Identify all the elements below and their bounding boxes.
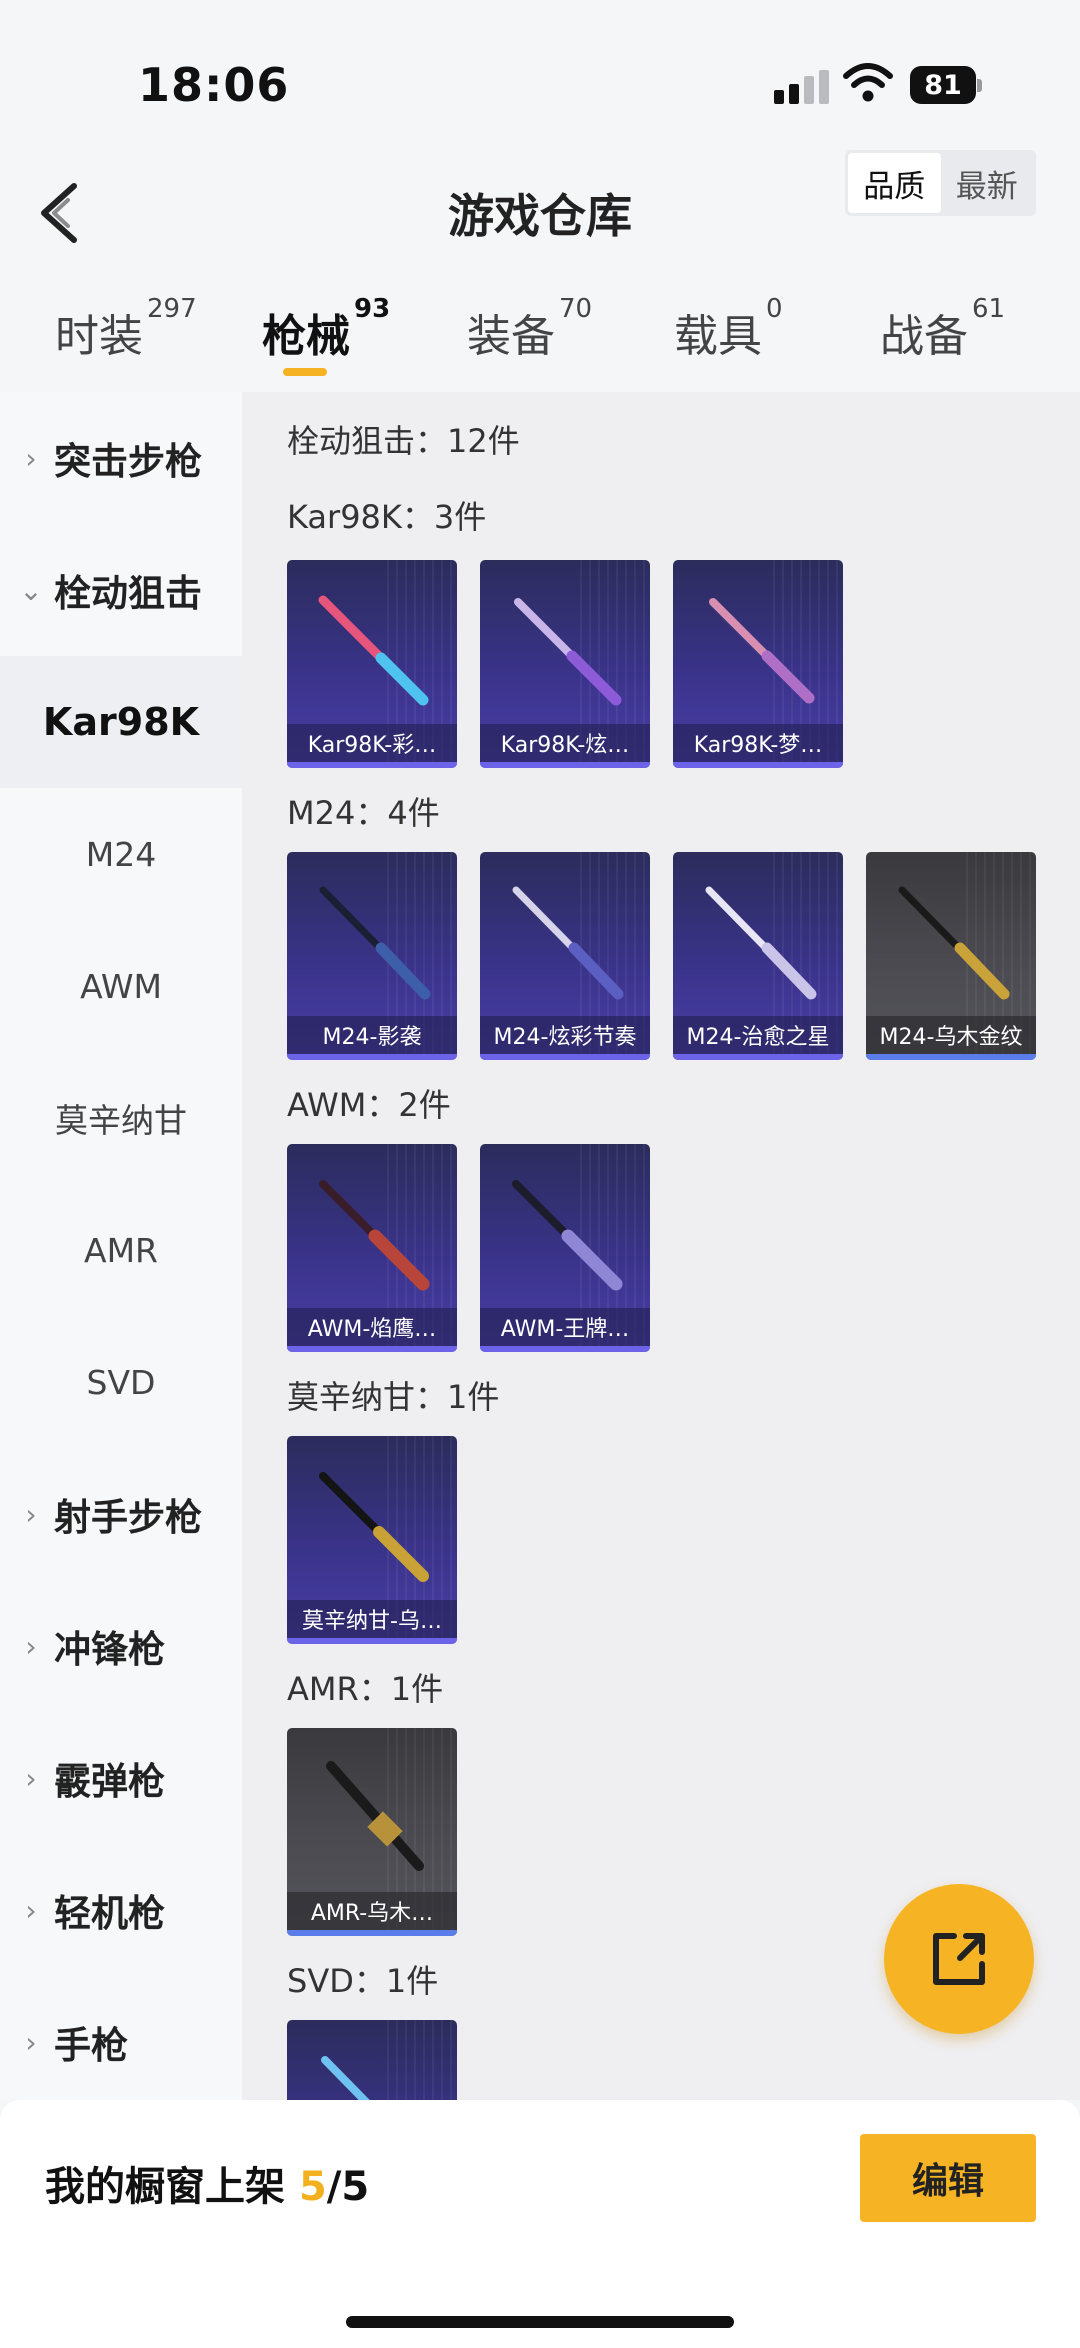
sidebar-item-shotgun[interactable]: › 霰弹枪 [0, 1712, 242, 1844]
weapon-card[interactable]: AWM-焰鹰… [287, 1144, 457, 1352]
showcase-bar: 我的橱窗上架 5/5 编辑 [0, 2100, 1080, 2348]
rifle-skin-icon [514, 598, 622, 706]
section-label-kar98k: Kar98K：3件 [287, 498, 487, 536]
section-label-svd: SVD：1件 [287, 1962, 439, 2000]
weapon-name: AWM-王牌… [480, 1308, 650, 1346]
share-icon [933, 1933, 985, 1985]
showcase-count: 我的橱窗上架 5/5 [45, 2164, 370, 2210]
tab-vehicles[interactable]: 载具0 [674, 294, 783, 364]
chevron-down-icon: ⌄ [19, 573, 43, 607]
weapon-card[interactable]: M24-炫彩节奏 [480, 852, 650, 1060]
weapon-name: Kar98K-彩… [287, 724, 457, 762]
weapon-card[interactable] [287, 2020, 457, 2100]
section-label-awm: AWM：2件 [287, 1086, 451, 1124]
rifle-skin-icon [319, 886, 431, 1000]
chevron-right-icon: › [25, 1629, 37, 1663]
rifle-skin-icon [898, 886, 1010, 1000]
chevron-right-icon: › [25, 1893, 37, 1927]
rifle-skin-icon [319, 1180, 430, 1291]
weapon-name: M24-炫彩节奏 [480, 1016, 650, 1054]
chevron-right-icon: › [25, 1497, 37, 1531]
sidebar-item-pistol[interactable]: › 手枪 [0, 1976, 242, 2108]
weapon-card[interactable]: M24-乌木金纹 [866, 852, 1036, 1060]
sidebar-item-smg[interactable]: › 冲锋枪 [0, 1580, 242, 1712]
weapon-card[interactable]: AMR-乌木… [287, 1728, 457, 1936]
weapon-card[interactable]: M24-影袭 [287, 852, 457, 1060]
sidebar-item-mosin[interactable]: 莫辛纳甘 [0, 1052, 242, 1184]
share-button[interactable] [884, 1884, 1034, 2034]
section-label-amr: AMR：1件 [287, 1670, 444, 1708]
tab-fashion[interactable]: 时装297 [55, 294, 197, 364]
section-label-mosin: 莫辛纳甘：1件 [287, 1378, 500, 1416]
sidebar-item-svd[interactable]: SVD [0, 1316, 242, 1448]
weapon-name: AWM-焰鹰… [287, 1308, 457, 1346]
weapon-card[interactable]: 莫辛纳甘-乌… [287, 1436, 457, 1644]
weapon-name: M24-乌木金纹 [866, 1016, 1036, 1054]
sidebar-item-marksman-rifle[interactable]: › 射手步枪 [0, 1448, 242, 1580]
weapon-card[interactable]: Kar98K-炫… [480, 560, 650, 768]
weapon-name: 莫辛纳甘-乌… [287, 1600, 457, 1638]
sort-toggle: 品质 最新 [845, 150, 1036, 216]
weapon-card[interactable]: M24-治愈之星 [673, 852, 843, 1060]
status-bar: 18:06 81 [0, 0, 1080, 140]
sidebar-item-kar98k[interactable]: Kar98K [0, 656, 242, 788]
weapon-card[interactable]: Kar98K-梦… [673, 560, 843, 768]
rifle-skin-icon [319, 1472, 429, 1582]
weapon-card[interactable]: AWM-王牌… [480, 1144, 650, 1352]
status-time: 18:06 [138, 58, 290, 112]
edit-button[interactable]: 编辑 [860, 2134, 1036, 2222]
home-indicator[interactable] [346, 2316, 734, 2328]
weapon-list: 栓动狙击：12件 Kar98K：3件 Kar98K-彩… Kar98K-炫… K… [242, 392, 1080, 2100]
rifle-skin-icon [709, 598, 815, 704]
category-tabs: 时装297 枪械93 装备70 载具0 战备61 [0, 290, 1080, 390]
wifi-icon [843, 63, 893, 102]
weapon-name: Kar98K-梦… [673, 724, 843, 762]
rifle-skin-icon [512, 1180, 623, 1291]
section-label-m24: M24：4件 [287, 794, 440, 832]
weapon-name: M24-治愈之星 [673, 1016, 843, 1054]
chevron-right-icon: › [25, 2025, 37, 2059]
chevron-right-icon: › [25, 441, 37, 475]
rifle-skin-icon [512, 886, 624, 1000]
weapon-type-sidebar: › 突击步枪 ⌄ 栓动狙击 Kar98K M24 AWM 莫辛纳甘 AMR SVD … [0, 392, 242, 2100]
weapon-name: M24-影袭 [287, 1016, 457, 1054]
rifle-skin-icon [321, 2056, 370, 2100]
rifle-skin-icon [318, 595, 429, 706]
active-tab-indicator [283, 368, 327, 376]
battery-icon: 81 [910, 66, 982, 104]
sidebar-item-amr[interactable]: AMR [0, 1184, 242, 1316]
rifle-skin-icon [705, 886, 817, 1000]
battery-level: 81 [910, 66, 976, 104]
rifle-skin-icon [326, 1761, 424, 1871]
category-total-label: 栓动狙击：12件 [287, 422, 520, 460]
sidebar-item-lmg[interactable]: › 轻机枪 [0, 1844, 242, 1976]
sidebar-item-assault-rifle[interactable]: › 突击步枪 [0, 392, 242, 524]
sidebar-item-awm[interactable]: AWM [0, 920, 242, 1052]
cellular-signal-icon [774, 68, 830, 104]
sort-by-quality-button[interactable]: 品质 [848, 153, 941, 213]
sidebar-item-bolt-sniper[interactable]: ⌄ 栓动狙击 [0, 524, 242, 656]
tab-supplies[interactable]: 战备61 [880, 294, 1005, 364]
chevron-right-icon: › [25, 1761, 37, 1795]
weapon-name: AMR-乌木… [287, 1892, 457, 1930]
weapon-name: Kar98K-炫… [480, 724, 650, 762]
tab-guns[interactable]: 枪械93 [262, 294, 390, 364]
tab-equipment[interactable]: 装备70 [467, 294, 592, 364]
sort-by-newest-button[interactable]: 最新 [941, 153, 1034, 213]
weapon-card[interactable]: Kar98K-彩… [287, 560, 457, 768]
sidebar-item-m24[interactable]: M24 [0, 788, 242, 920]
